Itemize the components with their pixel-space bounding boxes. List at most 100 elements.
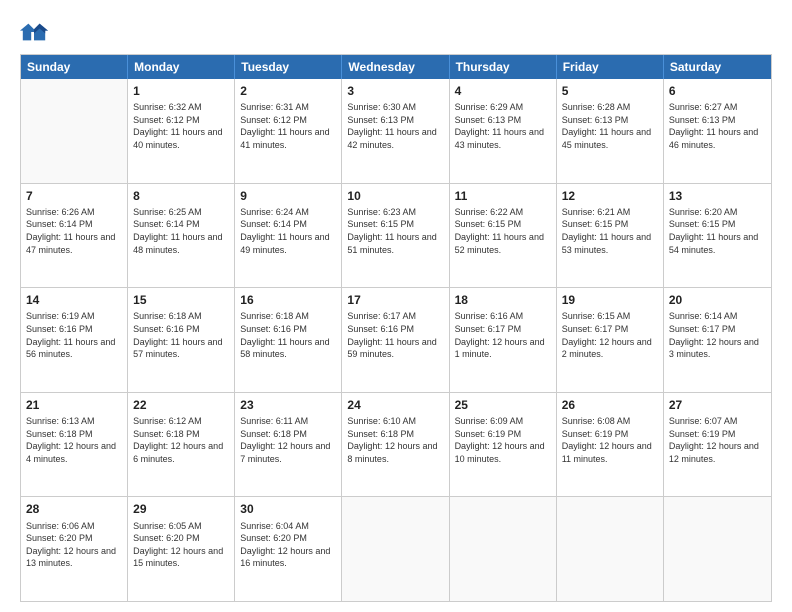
day-number: 23 [240,397,336,413]
header-day-sunday: Sunday [21,55,128,79]
cell-info: Sunrise: 6:25 AMSunset: 6:14 PMDaylight:… [133,206,229,256]
day-cell-29: 29 Sunrise: 6:05 AMSunset: 6:20 PMDayligh… [128,497,235,601]
day-number: 6 [669,83,766,99]
day-cell-8: 8 Sunrise: 6:25 AMSunset: 6:14 PMDaylight… [128,184,235,288]
calendar-body: 1 Sunrise: 6:32 AMSunset: 6:12 PMDaylight… [21,79,771,601]
week-row-5: 28Sunrise: 6:06 AMSunset: 6:20 PMDayligh… [21,496,771,601]
day-cell-13: 13 Sunrise: 6:20 AMSunset: 6:15 PMDayligh… [664,184,771,288]
day-cell-5: 5Sunrise: 6:28 AMSunset: 6:13 PMDaylight… [557,79,664,183]
logo-icon [20,18,48,46]
day-cell-24: 24 Sunrise: 6:10 AMSunset: 6:18 PMDayligh… [342,393,449,497]
page: SundayMondayTuesdayWednesdayThursdayFrid… [0,0,792,612]
day-cell-20: 20 Sunrise: 6:14 AMSunset: 6:17 PMDayligh… [664,288,771,392]
week-row-3: 14 Sunrise: 6:19 AMSunset: 6:16 PMDayligh… [21,287,771,392]
cell-info: Sunrise: 6:14 AMSunset: 6:17 PMDaylight:… [669,310,766,360]
cell-info: Sunrise: 6:26 AMSunset: 6:14 PMDaylight:… [26,206,122,256]
day-cell-3: 3Sunrise: 6:30 AMSunset: 6:13 PMDaylight… [342,79,449,183]
day-number: 12 [562,188,658,204]
day-number: 30 [240,501,336,517]
day-number: 20 [669,292,766,308]
cell-info: Sunrise: 6:15 AMSunset: 6:17 PMDaylight:… [562,310,658,360]
day-number: 19 [562,292,658,308]
day-number: 2 [240,83,336,99]
cell-info: Sunrise: 6:05 AMSunset: 6:20 PMDaylight:… [133,520,229,570]
cell-info: Sunrise: 6:11 AMSunset: 6:18 PMDaylight:… [240,415,336,465]
day-cell-25: 25 Sunrise: 6:09 AMSunset: 6:19 PMDayligh… [450,393,557,497]
day-cell-27: 27 Sunrise: 6:07 AMSunset: 6:19 PMDayligh… [664,393,771,497]
day-cell-15: 15Sunrise: 6:18 AMSunset: 6:16 PMDayligh… [128,288,235,392]
day-number: 4 [455,83,551,99]
day-cell-2: 2 Sunrise: 6:31 AMSunset: 6:12 PMDaylight… [235,79,342,183]
day-number: 14 [26,292,122,308]
day-number: 27 [669,397,766,413]
header-day-monday: Monday [128,55,235,79]
day-number: 10 [347,188,443,204]
day-cell-12: 12 Sunrise: 6:21 AMSunset: 6:15 PMDayligh… [557,184,664,288]
calendar-header: SundayMondayTuesdayWednesdayThursdayFrid… [21,55,771,79]
day-number: 16 [240,292,336,308]
header-day-friday: Friday [557,55,664,79]
day-cell-19: 19 Sunrise: 6:15 AMSunset: 6:17 PMDayligh… [557,288,664,392]
day-cell-7: 7 Sunrise: 6:26 AMSunset: 6:14 PMDaylight… [21,184,128,288]
cell-info: Sunrise: 6:21 AMSunset: 6:15 PMDaylight:… [562,206,658,256]
day-cell-9: 9Sunrise: 6:24 AMSunset: 6:14 PMDaylight… [235,184,342,288]
week-row-4: 21 Sunrise: 6:13 AMSunset: 6:18 PMDayligh… [21,392,771,497]
logo [20,18,52,46]
day-cell-14: 14 Sunrise: 6:19 AMSunset: 6:16 PMDayligh… [21,288,128,392]
day-cell-26: 26 Sunrise: 6:08 AMSunset: 6:19 PMDayligh… [557,393,664,497]
empty-cell [450,497,557,601]
day-cell-16: 16 Sunrise: 6:18 AMSunset: 6:16 PMDayligh… [235,288,342,392]
cell-info: Sunrise: 6:09 AMSunset: 6:19 PMDaylight:… [455,415,551,465]
day-cell-28: 28Sunrise: 6:06 AMSunset: 6:20 PMDayligh… [21,497,128,601]
day-cell-11: 11 Sunrise: 6:22 AMSunset: 6:15 PMDayligh… [450,184,557,288]
cell-info: Sunrise: 6:22 AMSunset: 6:15 PMDaylight:… [455,206,551,256]
empty-cell [557,497,664,601]
week-row-1: 1 Sunrise: 6:32 AMSunset: 6:12 PMDaylight… [21,79,771,183]
empty-cell [664,497,771,601]
day-number: 11 [455,188,551,204]
day-number: 17 [347,292,443,308]
day-cell-21: 21 Sunrise: 6:13 AMSunset: 6:18 PMDayligh… [21,393,128,497]
day-number: 24 [347,397,443,413]
day-cell-4: 4 Sunrise: 6:29 AMSunset: 6:13 PMDaylight… [450,79,557,183]
cell-info: Sunrise: 6:20 AMSunset: 6:15 PMDaylight:… [669,206,766,256]
day-number: 25 [455,397,551,413]
day-cell-22: 22Sunrise: 6:12 AMSunset: 6:18 PMDayligh… [128,393,235,497]
header-day-tuesday: Tuesday [235,55,342,79]
day-cell-10: 10 Sunrise: 6:23 AMSunset: 6:15 PMDayligh… [342,184,449,288]
cell-info: Sunrise: 6:31 AMSunset: 6:12 PMDaylight:… [240,101,336,151]
day-number: 22 [133,397,229,413]
cell-info: Sunrise: 6:10 AMSunset: 6:18 PMDaylight:… [347,415,443,465]
cell-info: Sunrise: 6:18 AMSunset: 6:16 PMDaylight:… [240,310,336,360]
cell-info: Sunrise: 6:07 AMSunset: 6:19 PMDaylight:… [669,415,766,465]
day-number: 1 [133,83,229,99]
cell-info: Sunrise: 6:24 AMSunset: 6:14 PMDaylight:… [240,206,336,256]
cell-info: Sunrise: 6:32 AMSunset: 6:12 PMDaylight:… [133,101,229,151]
cell-info: Sunrise: 6:13 AMSunset: 6:18 PMDaylight:… [26,415,122,465]
day-number: 18 [455,292,551,308]
cell-info: Sunrise: 6:18 AMSunset: 6:16 PMDaylight:… [133,310,229,360]
empty-cell [342,497,449,601]
header-day-wednesday: Wednesday [342,55,449,79]
cell-info: Sunrise: 6:29 AMSunset: 6:13 PMDaylight:… [455,101,551,151]
calendar: SundayMondayTuesdayWednesdayThursdayFrid… [20,54,772,602]
cell-info: Sunrise: 6:28 AMSunset: 6:13 PMDaylight:… [562,101,658,151]
cell-info: Sunrise: 6:19 AMSunset: 6:16 PMDaylight:… [26,310,122,360]
day-number: 21 [26,397,122,413]
day-number: 7 [26,188,122,204]
day-number: 26 [562,397,658,413]
cell-info: Sunrise: 6:23 AMSunset: 6:15 PMDaylight:… [347,206,443,256]
day-cell-18: 18 Sunrise: 6:16 AMSunset: 6:17 PMDayligh… [450,288,557,392]
cell-info: Sunrise: 6:06 AMSunset: 6:20 PMDaylight:… [26,520,122,570]
day-cell-30: 30 Sunrise: 6:04 AMSunset: 6:20 PMDayligh… [235,497,342,601]
cell-info: Sunrise: 6:08 AMSunset: 6:19 PMDaylight:… [562,415,658,465]
header-day-saturday: Saturday [664,55,771,79]
header [20,18,772,46]
day-number: 13 [669,188,766,204]
cell-info: Sunrise: 6:16 AMSunset: 6:17 PMDaylight:… [455,310,551,360]
empty-cell [21,79,128,183]
day-number: 8 [133,188,229,204]
day-number: 29 [133,501,229,517]
cell-info: Sunrise: 6:04 AMSunset: 6:20 PMDaylight:… [240,520,336,570]
cell-info: Sunrise: 6:17 AMSunset: 6:16 PMDaylight:… [347,310,443,360]
